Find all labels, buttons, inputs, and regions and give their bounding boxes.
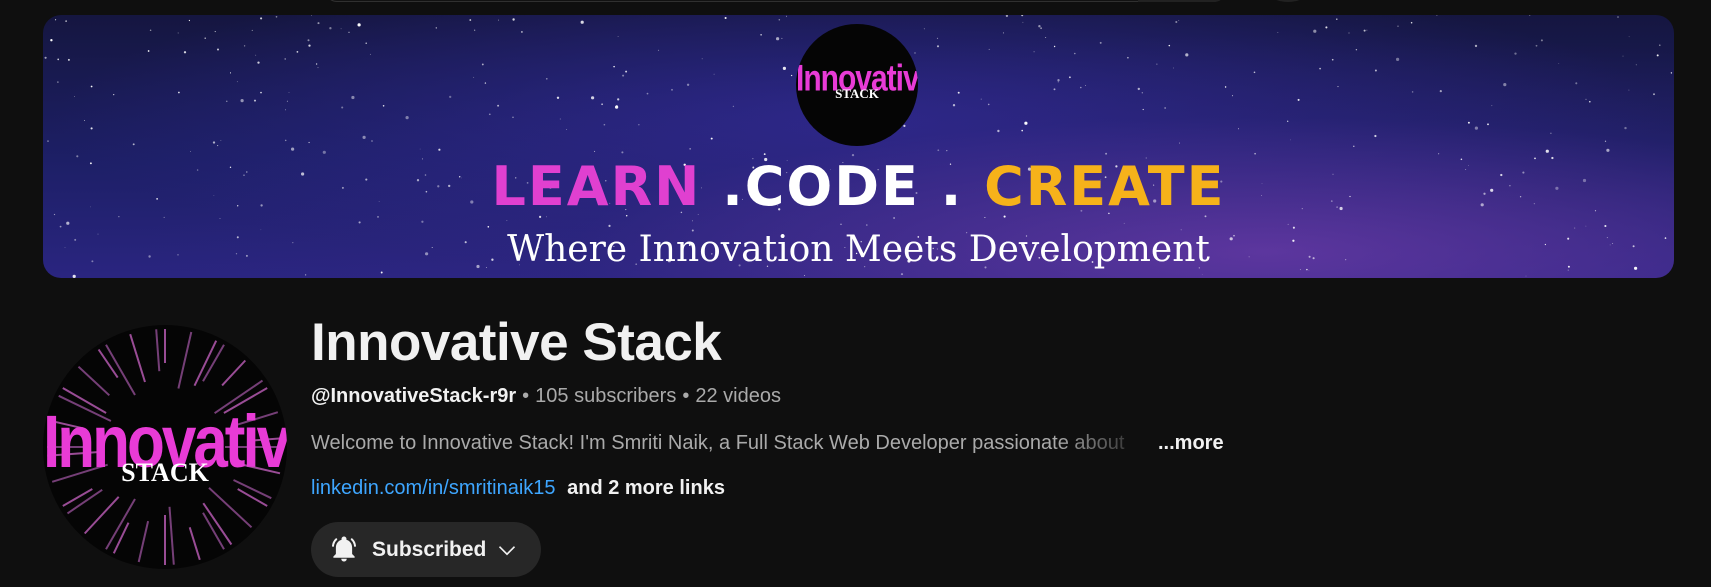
channel-handle: @InnovativeStack-r9r (311, 385, 517, 407)
tagline-code: .CODE . (722, 155, 964, 218)
banner-logo: Innovative STACK (796, 24, 918, 146)
meta-separator: • (522, 385, 530, 407)
top-voice-search-button[interactable] (1268, 0, 1308, 2)
subscribed-button[interactable]: Subscribed (311, 522, 541, 577)
tagline-learn: LEARN (491, 155, 702, 218)
tagline-create: CREATE (984, 155, 1226, 218)
video-count: 22 videos (695, 385, 781, 407)
avatar-logo-sub: STACK (121, 458, 209, 487)
top-search-bar[interactable] (325, 0, 1225, 2)
banner-logo-sub: STACK (835, 86, 879, 101)
top-search-button[interactable] (1138, 0, 1226, 2)
chevron-down-icon (496, 540, 518, 565)
meta-separator: • (682, 385, 690, 407)
subscribed-label: Subscribed (372, 538, 487, 561)
banner-tagline: LEARN .CODE . CREATE (43, 155, 1674, 218)
channel-links: linkedin.com/in/smritinaik15 and 2 more … (311, 477, 725, 500)
linkedin-link[interactable]: linkedin.com/in/smritinaik15 (311, 477, 556, 499)
description-more-button[interactable]: ...more (1158, 432, 1224, 455)
channel-meta: @InnovativeStack-r9r • 105 subscribers • 22 … (311, 385, 781, 408)
channel-avatar[interactable]: Innovative STACK (43, 325, 287, 569)
channel-description[interactable]: Welcome to Innovative Stack! I'm Smriti … (311, 432, 1224, 455)
subscriber-count: 105 subscribers (535, 385, 677, 407)
channel-name: Innovative Stack (311, 313, 722, 372)
more-links-button[interactable]: and 2 more links (567, 477, 725, 499)
description-text: Welcome to Innovative Stack! I'm Smriti … (311, 432, 1125, 454)
banner-subtitle: Where Innovation Meets Development (507, 229, 1210, 270)
channel-banner: Innovative STACK LEARN .CODE . CREATE Wh… (43, 15, 1674, 278)
notifications-active-icon (329, 534, 359, 569)
